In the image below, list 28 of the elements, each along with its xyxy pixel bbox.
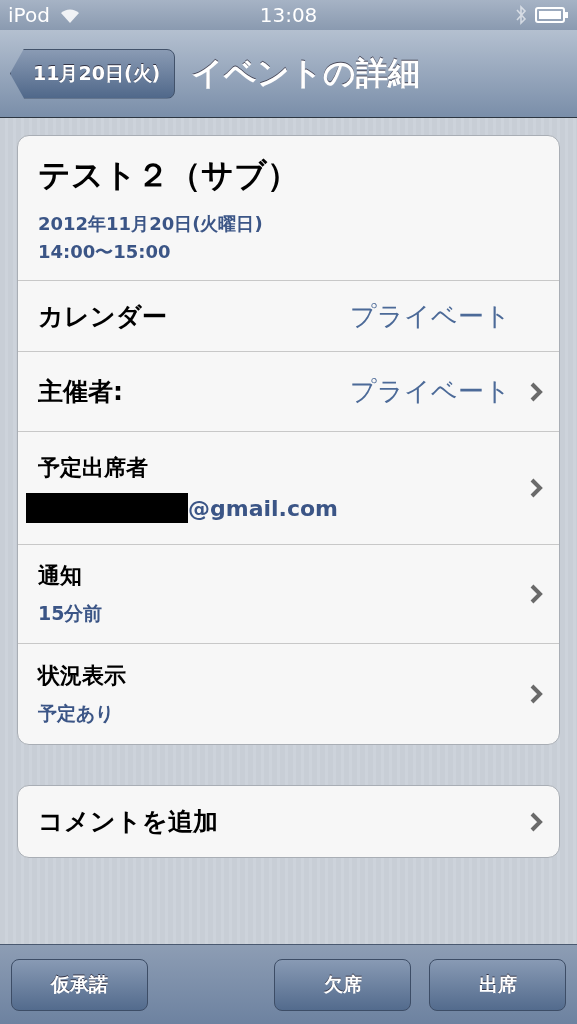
row-value: プライベート [350,299,511,333]
detail-row[interactable]: 予定出席者 @gmail.com [18,431,559,544]
row-label: 主催者: [38,376,124,408]
row-label: 状況表示 [38,662,127,690]
toolbar-button[interactable]: 出席 [429,958,566,1011]
row-label: コメントを追加 [38,806,219,838]
detail-row[interactable]: 主催者: プライベート [18,351,559,431]
event-title: テスト２（サブ） [38,155,300,196]
toolbar-button[interactable]: 欠席 [274,958,411,1011]
event-time: 14:00〜15:00 [38,240,172,264]
row-value: プライベート [350,375,511,408]
carrier-name: iPod [8,3,50,27]
back-button[interactable]: 11月20日(火) [10,48,176,99]
row-label: 予定出席者 [38,454,149,482]
toolbar-button[interactable]: 仮承諾 [11,958,148,1011]
row-value: 予定あり [38,701,115,726]
add-comment-row[interactable]: コメントを追加 [18,786,559,857]
row-value: @gmail.com [188,495,339,521]
detail-row[interactable]: 状況表示 予定あり [18,643,559,744]
event-date: 2012年11月20日(火曜日) [38,212,264,236]
nav-title: イベントの詳細 [191,52,421,94]
row-label: 通知 [38,562,83,590]
battery-icon [535,7,569,23]
row-label: カレンダー [38,300,168,333]
detail-row[interactable]: 通知 15分前 [18,544,559,643]
clock: 13:08 [259,3,318,27]
row-value: 15分前 [38,601,104,626]
bluetooth-icon [515,4,527,26]
